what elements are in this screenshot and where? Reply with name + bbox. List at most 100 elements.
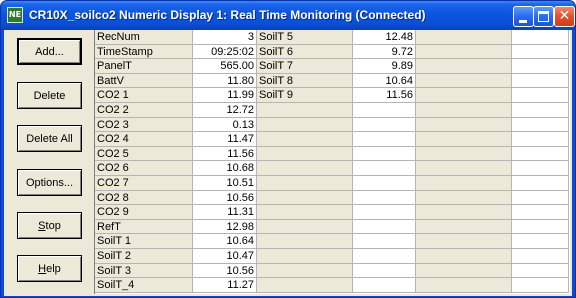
field-name-cell[interactable]: SoilT 5 — [257, 30, 353, 45]
field-name-cell[interactable]: CO2 7 — [95, 176, 193, 191]
field-value-cell[interactable]: 3 — [193, 30, 257, 45]
field-name-cell[interactable]: SoilT 2 — [95, 249, 193, 264]
field-name-cell[interactable]: SoilT 8 — [257, 73, 353, 89]
add-button[interactable]: Add... — [17, 38, 82, 65]
field-value-cell[interactable]: 10.64 — [193, 234, 257, 249]
empty-value-cell[interactable] — [512, 205, 569, 220]
field-value-cell[interactable]: 09:25:02 — [193, 44, 257, 60]
empty-value-cell[interactable] — [512, 103, 569, 118]
empty-name-cell[interactable] — [257, 161, 353, 176]
empty-name-cell[interactable] — [257, 103, 353, 118]
empty-value-cell[interactable] — [353, 146, 416, 162]
empty-name-cell[interactable] — [416, 59, 512, 74]
field-name-cell[interactable]: CO2 2 — [95, 103, 193, 118]
empty-value-cell[interactable] — [512, 117, 569, 133]
empty-value-cell[interactable] — [512, 161, 569, 176]
empty-name-cell[interactable] — [257, 146, 353, 162]
empty-value-cell[interactable] — [353, 132, 416, 147]
minimize-button[interactable] — [513, 6, 534, 27]
empty-name-cell[interactable] — [416, 117, 512, 133]
field-name-cell[interactable]: SoilT 1 — [95, 234, 193, 249]
empty-name-cell[interactable] — [416, 234, 512, 249]
field-value-cell[interactable]: 10.64 — [353, 73, 416, 89]
empty-name-cell[interactable] — [416, 263, 512, 279]
field-value-cell[interactable]: 10.68 — [193, 161, 257, 176]
empty-value-cell[interactable] — [353, 205, 416, 220]
empty-value-cell[interactable] — [353, 278, 416, 293]
empty-name-cell[interactable] — [416, 103, 512, 118]
field-name-cell[interactable]: RefT — [95, 219, 193, 235]
empty-name-cell[interactable] — [416, 249, 512, 264]
empty-value-cell[interactable] — [512, 73, 569, 89]
field-value-cell[interactable]: 10.51 — [193, 176, 257, 191]
field-value-cell[interactable]: 11.56 — [353, 88, 416, 103]
field-name-cell[interactable]: SoilT 9 — [257, 88, 353, 103]
empty-value-cell[interactable] — [512, 44, 569, 60]
field-name-cell[interactable]: TimeStamp — [95, 44, 193, 60]
field-value-cell[interactable]: 11.27 — [193, 278, 257, 293]
field-name-cell[interactable]: SoilT 3 — [95, 263, 193, 279]
field-value-cell[interactable]: 9.89 — [353, 59, 416, 74]
empty-name-cell[interactable] — [416, 30, 512, 45]
empty-name-cell[interactable] — [257, 278, 353, 293]
empty-value-cell[interactable] — [512, 278, 569, 293]
empty-value-cell[interactable] — [353, 161, 416, 176]
field-value-cell[interactable]: 10.56 — [193, 190, 257, 206]
field-value-cell[interactable]: 12.72 — [193, 103, 257, 118]
empty-name-cell[interactable] — [416, 278, 512, 293]
field-value-cell[interactable]: 10.56 — [193, 263, 257, 279]
field-value-cell[interactable]: 12.48 — [353, 30, 416, 45]
empty-name-cell[interactable] — [257, 190, 353, 206]
field-name-cell[interactable]: CO2 1 — [95, 88, 193, 103]
empty-value-cell[interactable] — [353, 249, 416, 264]
empty-name-cell[interactable] — [257, 234, 353, 249]
empty-value-cell[interactable] — [353, 103, 416, 118]
empty-value-cell[interactable] — [353, 263, 416, 279]
empty-name-cell[interactable] — [416, 88, 512, 103]
empty-value-cell[interactable] — [512, 30, 569, 45]
field-name-cell[interactable]: SoilT 6 — [257, 44, 353, 60]
field-value-cell[interactable]: 9.72 — [353, 44, 416, 60]
empty-value-cell[interactable] — [353, 176, 416, 191]
field-name-cell[interactable]: CO2 4 — [95, 132, 193, 147]
field-name-cell[interactable]: SoilT_4 — [95, 278, 193, 293]
close-button[interactable]: ✕ — [554, 6, 575, 27]
empty-name-cell[interactable] — [416, 44, 512, 60]
empty-value-cell[interactable] — [512, 263, 569, 279]
empty-value-cell[interactable] — [512, 234, 569, 249]
field-value-cell[interactable]: 10.47 — [193, 249, 257, 264]
delete-button[interactable]: Delete — [17, 82, 82, 109]
empty-value-cell[interactable] — [512, 219, 569, 235]
field-name-cell[interactable]: CO2 3 — [95, 117, 193, 133]
empty-name-cell[interactable] — [257, 219, 353, 235]
field-name-cell[interactable]: BattV — [95, 73, 193, 89]
empty-name-cell[interactable] — [257, 132, 353, 147]
field-name-cell[interactable]: CO2 8 — [95, 190, 193, 206]
empty-name-cell[interactable] — [257, 205, 353, 220]
empty-value-cell[interactable] — [512, 190, 569, 206]
delete-all-button[interactable]: Delete All — [17, 125, 82, 152]
numeric-display-grid[interactable]: RecNum 3 TimeStamp 09:25:02 PanelT 565.00 Batt… — [94, 30, 570, 294]
field-name-cell[interactable]: PanelT — [95, 59, 193, 74]
empty-value-cell[interactable] — [353, 190, 416, 206]
field-value-cell[interactable]: 11.31 — [193, 205, 257, 220]
empty-name-cell[interactable] — [416, 176, 512, 191]
empty-value-cell[interactable] — [512, 59, 569, 74]
empty-value-cell[interactable] — [512, 132, 569, 147]
field-value-cell[interactable]: 11.47 — [193, 132, 257, 147]
options-button[interactable]: Options... — [17, 169, 82, 196]
empty-name-cell[interactable] — [416, 73, 512, 89]
help-button[interactable]: Help — [17, 255, 82, 282]
empty-value-cell[interactable] — [512, 88, 569, 103]
empty-value-cell[interactable] — [353, 234, 416, 249]
title-bar[interactable]: NE CR10X_soilco2 Numeric Display 1: Real… — [1, 1, 575, 30]
field-value-cell[interactable]: 565.00 — [193, 59, 257, 74]
field-name-cell[interactable]: CO2 5 — [95, 146, 193, 162]
empty-name-cell[interactable] — [257, 117, 353, 133]
empty-value-cell[interactable] — [512, 249, 569, 264]
field-value-cell[interactable]: 12.98 — [193, 219, 257, 235]
field-value-cell[interactable]: 11.99 — [193, 88, 257, 103]
field-name-cell[interactable]: RecNum — [95, 30, 193, 45]
empty-name-cell[interactable] — [257, 263, 353, 279]
stop-button[interactable]: Stop — [17, 212, 82, 239]
